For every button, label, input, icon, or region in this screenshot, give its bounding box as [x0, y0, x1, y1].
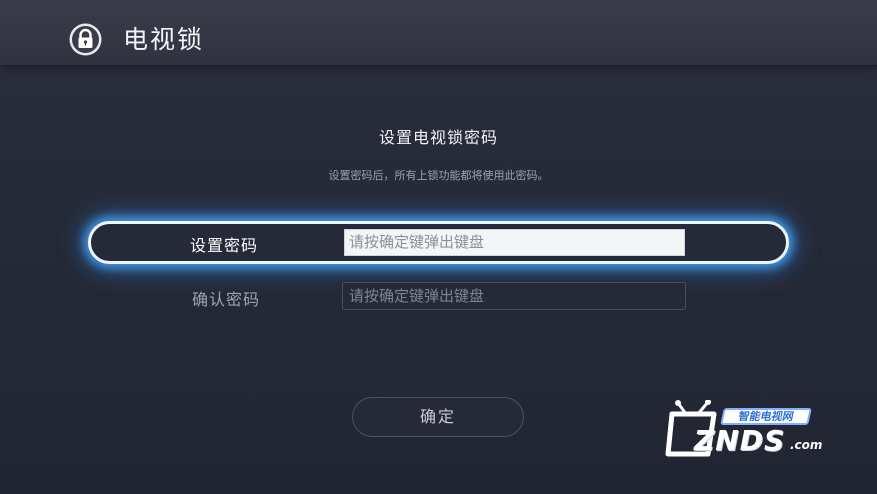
set-password-label: 设置密码 — [190, 236, 259, 255]
set-password-input[interactable]: 请按确定键弹出键盘 — [344, 229, 685, 256]
confirm-button[interactable]: 确定 — [352, 397, 524, 437]
title-bar: 电视锁 — [0, 0, 877, 66]
confirm-password-input[interactable]: 请按确定键弹出键盘 — [342, 282, 686, 310]
watermark-subtitle: 智能电视网 — [720, 408, 812, 425]
lock-icon — [69, 23, 102, 56]
page-subtitle: 设置密码后，所有上锁功能都将使用此密码。 — [328, 169, 549, 182]
app-title: 电视锁 — [123, 25, 205, 54]
confirm-password-label: 确认密码 — [192, 290, 261, 309]
watermark-domain: .com — [790, 438, 823, 452]
watermark-brand: ZNDS — [694, 424, 786, 457]
znds-watermark: 智能电视网 ZNDS .com — [664, 394, 834, 466]
page-heading: 设置电视锁密码 — [378, 128, 498, 147]
